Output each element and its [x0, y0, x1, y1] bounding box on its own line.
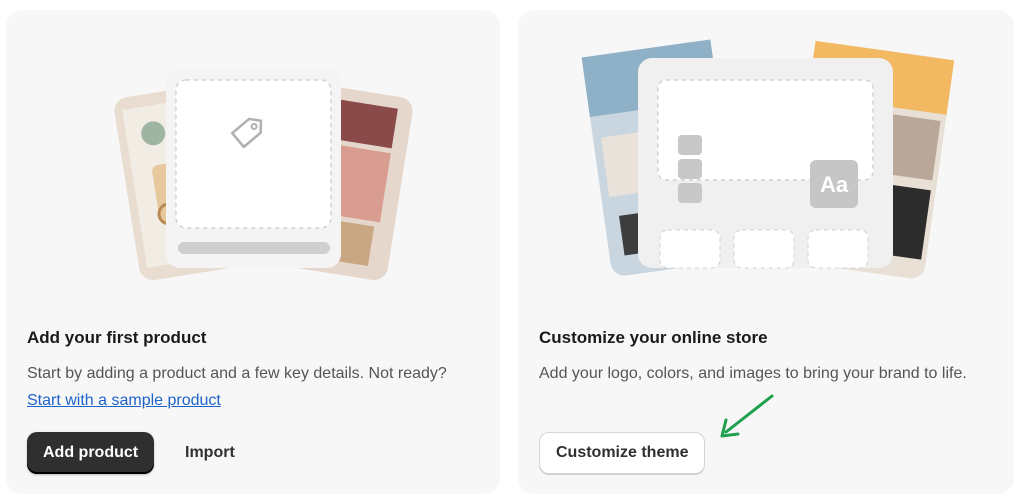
annotation-arrow-icon — [720, 394, 774, 438]
customize-theme-button[interactable]: Customize theme — [539, 432, 706, 474]
add-product-card: Add your first product Start by adding a… — [6, 10, 500, 494]
card-description: Add your logo, colors, and images to bri… — [539, 365, 967, 382]
import-button[interactable]: Import — [173, 432, 247, 474]
card-description: Start by adding a product and a few key … — [27, 365, 447, 409]
sample-product-link[interactable]: Start with a sample product — [27, 392, 221, 409]
theme-illustration: Aa — [581, 39, 955, 279]
font-sample-icon: Aa — [820, 172, 849, 197]
card-title: Add your first product — [27, 328, 207, 347]
card-title: Customize your online store — [539, 328, 768, 347]
add-product-button[interactable]: Add product — [27, 432, 155, 474]
product-illustration — [114, 68, 413, 281]
